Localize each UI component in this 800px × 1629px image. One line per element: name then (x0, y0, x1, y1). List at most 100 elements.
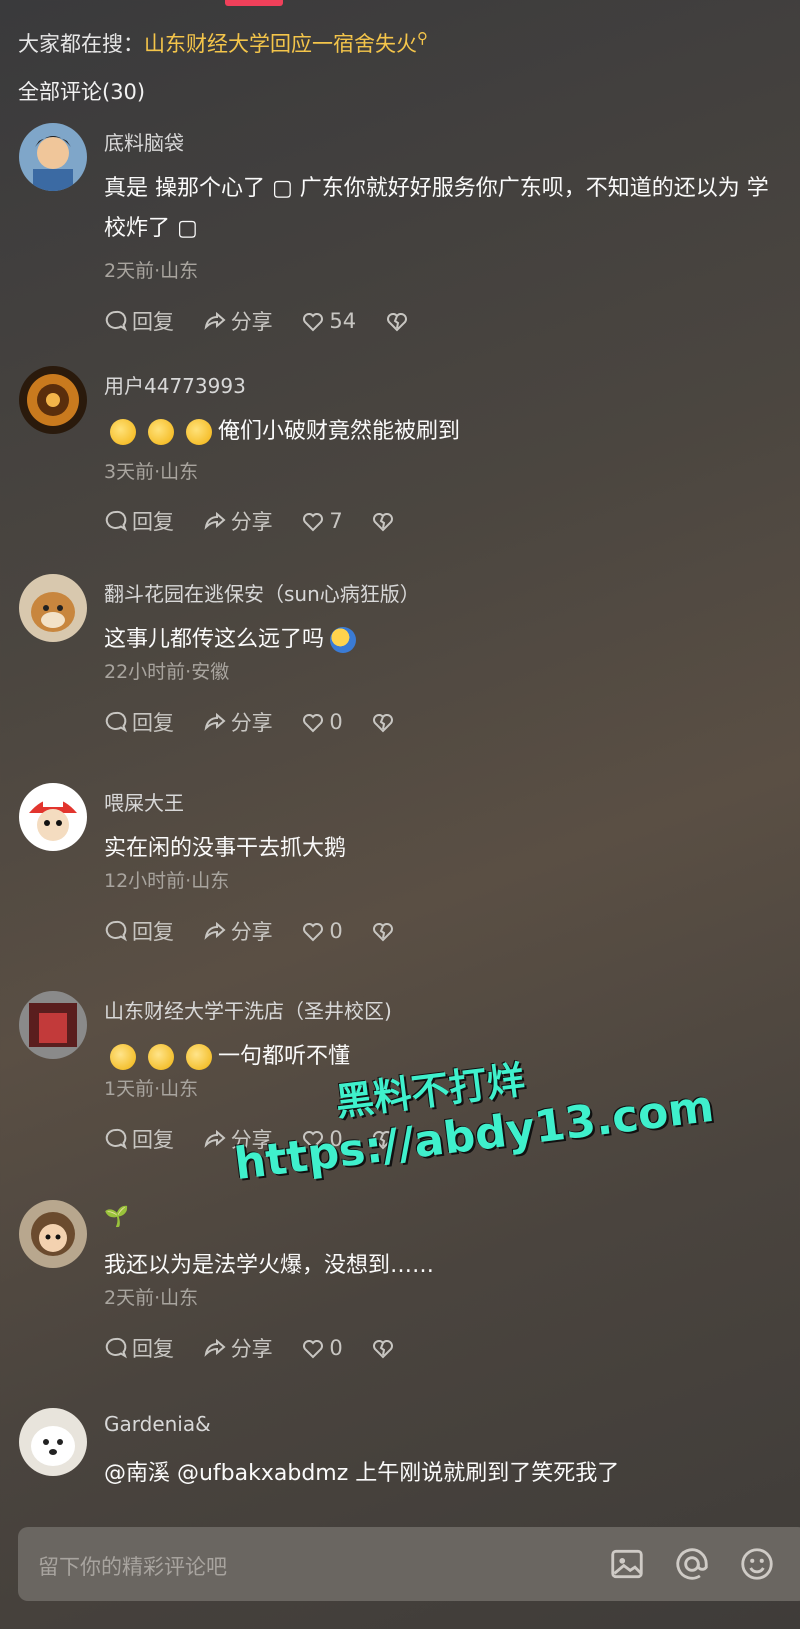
heart-icon (303, 1131, 324, 1150)
comment-input[interactable]: 留下你的精彩评论吧 (18, 1527, 800, 1601)
heart-icon (303, 513, 324, 532)
pleading-emoji-icon (110, 1044, 136, 1070)
dislike-button[interactable] (371, 919, 399, 943)
comment-item: 喂屎大王 实在闲的没事干去抓大鹅 12小时前·山东 回复 分享 0 (0, 783, 800, 983)
comment-actions: 回复 分享 7 (104, 506, 421, 538)
comment-text: @南溪 @ufbakxabdmz 上午刚说就刷到了笑死我了 (104, 1454, 789, 1494)
image-icon[interactable] (608, 1545, 648, 1585)
heart-icon (303, 313, 324, 332)
like-count: 0 (329, 919, 343, 943)
comment-text: 我还以为是法学火爆，没想到…… (104, 1246, 789, 1286)
reply-icon (105, 1337, 127, 1359)
pleading-emoji-icon (148, 1044, 174, 1070)
share-icon (204, 712, 226, 731)
comment-username[interactable]: 山东财经大学干洗店（圣井校区) (104, 995, 392, 1024)
reply-label: 回复 (132, 510, 174, 534)
user-avatar[interactable] (19, 1200, 87, 1268)
broken-heart-icon (373, 1131, 394, 1150)
share-button[interactable]: 分享 (203, 916, 273, 946)
comment-item: 底料脑袋 真是 操那个心了 ▢ 广东你就好好服务你广东呗，不知道的还以为 学校炸… (0, 123, 800, 334)
share-icon (204, 1129, 226, 1148)
comment-text: 这事儿都传这么远了吗 (104, 620, 789, 660)
user-avatar[interactable] (19, 123, 87, 191)
like-count: 0 (329, 710, 343, 734)
user-avatar[interactable] (19, 783, 87, 851)
reply-button[interactable]: 回复 (104, 707, 174, 737)
broken-heart-icon (373, 923, 394, 942)
dislike-button[interactable] (371, 710, 399, 734)
like-button[interactable]: 0 (301, 1336, 343, 1360)
broken-heart-icon (386, 313, 407, 332)
mention-icon[interactable] (673, 1545, 713, 1585)
like-count: 7 (329, 509, 343, 533)
comment-actions: 回复 分享 54 (104, 306, 435, 338)
reply-button[interactable]: 回复 (104, 1124, 174, 1154)
like-button[interactable]: 54 (301, 309, 356, 333)
emoji-picker-icon[interactable] (738, 1545, 778, 1585)
broken-heart-icon (373, 714, 394, 733)
like-count: 0 (329, 1336, 343, 1360)
comment-count: 全部评论(30) (18, 80, 146, 104)
thinking-emoji-icon (186, 419, 212, 445)
comment-meta: 1天前·山东 (104, 1078, 199, 1100)
comment-username[interactable]: 用户44773993 (104, 370, 246, 399)
comment-text-content: 俺们小破财竟然能被刷到 (218, 419, 461, 444)
comment-meta: 3天前·山东 (104, 461, 199, 483)
comment-text-content: 实在闲的没事干去抓大鹅 (104, 836, 347, 861)
trending-search[interactable]: 大家都在搜：山东财经大学回应一宿舍失火⚲ (18, 28, 428, 58)
comment-username[interactable]: Gardenia& (104, 1412, 211, 1436)
comment-item: 翻斗花园在逃保安（sun心病狂版） 这事儿都传这么远了吗 22小时前·安徽 回复… (0, 574, 800, 774)
like-count: 0 (329, 1127, 343, 1151)
heart-icon (303, 923, 324, 942)
like-button[interactable]: 7 (301, 509, 343, 533)
share-button[interactable]: 分享 (203, 1333, 273, 1363)
reply-label: 回复 (132, 920, 174, 944)
comment-meta: 2天前·山东 (104, 1287, 199, 1309)
reply-button[interactable]: 回复 (104, 506, 174, 536)
share-button[interactable]: 分享 (203, 707, 273, 737)
comment-username[interactable]: 底料脑袋 (104, 127, 184, 156)
comment-text-content: 一句都听不懂 (218, 1044, 351, 1069)
thinking-emoji-icon (148, 419, 174, 445)
reply-button[interactable]: 回复 (104, 1333, 174, 1363)
comment-meta: 22小时前·安徽 (104, 661, 230, 683)
like-button[interactable]: 0 (301, 1127, 343, 1151)
search-icon: ⚲ (417, 29, 428, 47)
share-label: 分享 (230, 510, 273, 534)
user-avatar[interactable] (19, 1408, 87, 1476)
broken-heart-icon (373, 513, 394, 532)
comment-item: Gardenia& @南溪 @ufbakxabdmz 上午刚说就刷到了笑死我了 (0, 1408, 800, 1518)
share-button[interactable]: 分享 (203, 1124, 273, 1154)
share-icon (204, 1338, 226, 1357)
comment-username[interactable]: 翻斗花园在逃保安（sun心病狂版） (104, 578, 420, 607)
reply-label: 回复 (132, 1337, 174, 1361)
user-avatar[interactable] (19, 574, 87, 642)
dislike-button[interactable] (385, 309, 413, 333)
share-button[interactable]: 分享 (203, 306, 273, 336)
thinking-emoji-icon (110, 419, 136, 445)
like-button[interactable]: 0 (301, 710, 343, 734)
reply-label: 回复 (132, 711, 174, 735)
comment-item: 山东财经大学干洗店（圣井校区) 一句都听不懂 1天前·山东 回复 分享 0 (0, 991, 800, 1191)
active-tab-indicator (225, 0, 283, 6)
like-button[interactable]: 0 (301, 919, 343, 943)
user-avatar[interactable] (19, 991, 87, 1059)
share-button[interactable]: 分享 (203, 506, 273, 536)
trending-query-link[interactable]: 山东财经大学回应一宿舍失火 (144, 32, 417, 56)
share-label: 分享 (230, 920, 273, 944)
pleading-emoji-icon (186, 1044, 212, 1070)
comment-actions: 回复 分享 0 (104, 916, 421, 948)
heart-icon (303, 1340, 324, 1359)
dislike-button[interactable] (371, 1336, 399, 1360)
reply-button[interactable]: 回复 (104, 916, 174, 946)
like-count: 54 (329, 309, 357, 333)
comment-meta: 2天前·山东 (104, 260, 199, 282)
comment-username[interactable]: 🌱 (104, 1204, 129, 1228)
comment-username[interactable]: 喂屎大王 (104, 787, 184, 816)
user-avatar[interactable] (19, 366, 87, 434)
dislike-button[interactable] (371, 1127, 399, 1151)
share-label: 分享 (230, 1337, 273, 1361)
share-label: 分享 (230, 1128, 273, 1152)
dislike-button[interactable] (371, 509, 399, 533)
reply-button[interactable]: 回复 (104, 306, 174, 336)
